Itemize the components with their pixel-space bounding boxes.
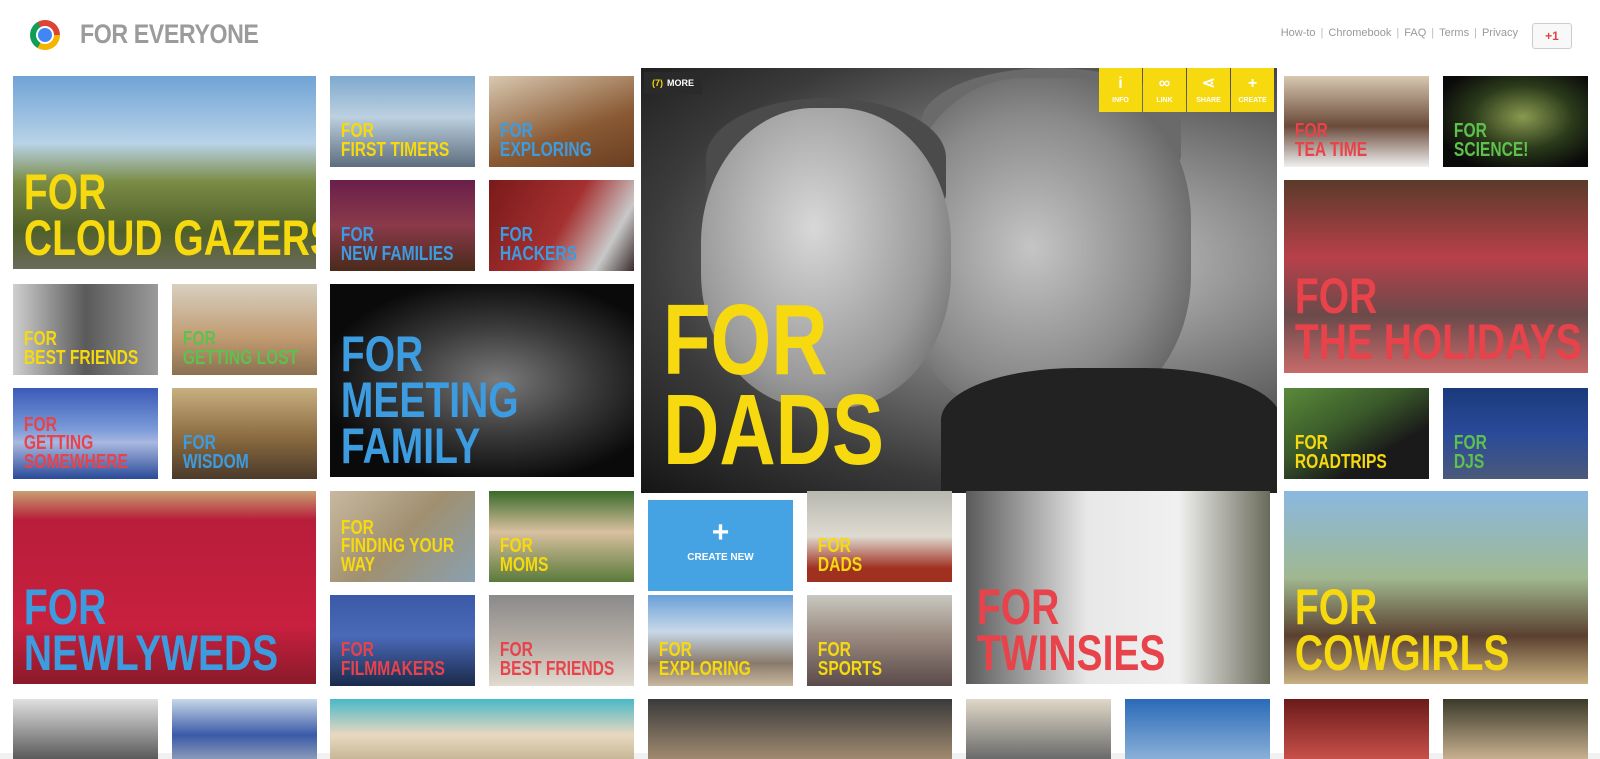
link-separator: | [1431,27,1435,39]
featured-caption: FOR DADS [663,284,885,486]
tile-caption: FOR EXPLORING [499,120,592,161]
create-new-label: CREATE NEW [687,552,754,563]
tile-science[interactable]: FOR SCIENCE! [1443,76,1588,167]
tile-caption: FOR FINDING YOUR WAY [340,516,455,576]
share-icon: ⋖ [1201,75,1216,92]
featured-tile-dads[interactable]: (7) MORE i INFO ∞ LINK ⋖ SHARE + CREATE FOR D… [641,68,1277,493]
link-separator: | [1320,27,1324,39]
tile-caption: FOR COWGIRLS [1294,579,1510,681]
tile-twinsies[interactable]: FOR TWINSIES [966,491,1270,684]
tile-exploring-dog[interactable]: FOR EXPLORING [489,76,634,167]
link-icon: ∞ [1158,75,1171,92]
tile-row5-6[interactable] [1125,699,1270,759]
photo-shape [941,368,1277,493]
tile-caption: FOR TEA TIME [1294,120,1368,161]
create-label: CREATE [1238,97,1267,104]
info-button[interactable]: i INFO [1099,68,1142,112]
tile-row5-8[interactable] [1443,699,1588,759]
link-separator: | [1396,27,1400,39]
tile-row5-3[interactable] [330,699,634,759]
tile-caption: FOR NEW FAMILIES [340,224,454,265]
tile-row5-5[interactable] [966,699,1111,759]
tile-dads-small[interactable]: FOR DADS [807,491,952,582]
tile-newlyweds[interactable]: FOR NEWLYWEDS [13,491,316,684]
link-chromebook[interactable]: Chromebook [1328,27,1391,39]
tile-djs[interactable]: FOR DJS [1443,388,1588,479]
tile-caption: FOR ROADTRIPS [1294,432,1387,473]
featured-actions: i INFO ∞ LINK ⋖ SHARE + CREATE [1099,68,1274,112]
tile-row5-1[interactable] [13,699,158,759]
chrome-logo-icon[interactable] [30,20,60,50]
create-button[interactable]: + CREATE [1231,68,1274,112]
tile-caption: FOR DADS [817,535,863,576]
more-count: (7) [652,78,663,88]
tile-new-families[interactable]: FOR NEW FAMILIES [330,180,475,271]
more-label: MORE [667,78,694,88]
share-button[interactable]: ⋖ SHARE [1187,68,1230,112]
tile-caption: FOR NEWLYWEDS [23,579,279,681]
more-button[interactable]: (7) MORE [644,72,702,94]
tile-caption: FOR WISDOM [182,432,249,473]
tile-row5-2[interactable] [172,699,317,759]
google-plus-one-button[interactable]: +1 [1532,23,1572,49]
link-terms[interactable]: Terms [1439,27,1469,39]
tile-best-friends-1[interactable]: FOR BEST FRIENDS [13,284,158,375]
brand-title[interactable]: FOR EVERYONE [80,19,259,50]
tile-caption: FOR CLOUD GAZERS [23,164,316,266]
tile-roadtrips[interactable]: FOR ROADTRIPS [1284,388,1429,479]
tile-cowgirls[interactable]: FOR COWGIRLS [1284,491,1588,684]
tile-first-timers[interactable]: FOR FIRST TIMERS [330,76,475,167]
tile-getting-somewhere[interactable]: FOR GETTING SOMEWHERE [13,388,158,479]
tile-caption: FOR THE HOLIDAYS [1294,268,1582,370]
plus-icon: + [1247,75,1258,92]
tile-sports[interactable]: FOR SPORTS [807,595,952,686]
info-label: INFO [1112,97,1129,104]
plus-icon: + [711,516,730,549]
tile-caption: FOR SCIENCE! [1453,120,1529,161]
link-button[interactable]: ∞ LINK [1143,68,1186,112]
tile-filmmakers[interactable]: FOR FILMMAKERS [330,595,475,686]
link-privacy[interactable]: Privacy [1482,27,1518,39]
create-new-button[interactable]: + CREATE NEW [648,500,793,591]
tile-wisdom[interactable]: FOR WISDOM [172,388,317,479]
tile-caption: FOR GETTING LOST [182,328,299,369]
tile-caption: FOR FILMMAKERS [340,639,445,680]
tile-caption: FOR GETTING SOMEWHERE [23,413,128,473]
tile-row5-7[interactable] [1284,699,1429,759]
tile-caption: FOR DJS [1453,432,1487,473]
tile-caption: FOR BEST FRIENDS [23,328,139,369]
top-links: How-to | Chromebook | FAQ | Terms | Privacy [1281,27,1518,39]
tile-cloud-gazers[interactable]: FOR CLOUD GAZERS [13,76,316,269]
tile-caption: FOR HACKERS [499,224,578,265]
tile-caption: FOR SPORTS [817,639,883,680]
tile-hackers[interactable]: FOR HACKERS [489,180,634,271]
tile-meeting-family[interactable]: FOR MEETING FAMILY [330,284,634,477]
tile-getting-lost[interactable]: FOR GETTING LOST [172,284,317,375]
share-label: SHARE [1196,97,1221,104]
tile-exploring-beach[interactable]: FOR EXPLORING [648,595,793,686]
tile-caption: FOR EXPLORING [658,639,751,680]
link-separator: | [1474,27,1477,39]
tile-moms[interactable]: FOR MOMS [489,491,634,582]
link-how-to[interactable]: How-to [1281,27,1316,39]
tile-best-friends-2[interactable]: FOR BEST FRIENDS [489,595,634,686]
link-label: LINK [1156,97,1173,104]
tile-caption: FOR BEST FRIENDS [499,639,615,680]
tile-caption: FOR TWINSIES [976,579,1166,681]
info-icon: i [1118,75,1123,92]
tile-caption: FOR MEETING FAMILY [340,326,519,474]
link-faq[interactable]: FAQ [1404,27,1426,39]
tile-tea-time[interactable]: FOR TEA TIME [1284,76,1429,167]
tile-row5-4[interactable] [648,699,952,759]
tile-the-holidays[interactable]: FOR THE HOLIDAYS [1284,180,1588,373]
top-bar: FOR EVERYONE How-to | Chromebook | FAQ | Te… [0,0,1600,69]
plus-one-label: +1 [1545,29,1559,43]
tile-caption: FOR FIRST TIMERS [340,120,450,161]
tile-finding-your-way[interactable]: FOR FINDING YOUR WAY [330,491,475,582]
tile-grid: (7) MORE i INFO ∞ LINK ⋖ SHARE + CREATE FOR D… [0,68,1600,759]
tile-caption: FOR MOMS [499,535,549,576]
